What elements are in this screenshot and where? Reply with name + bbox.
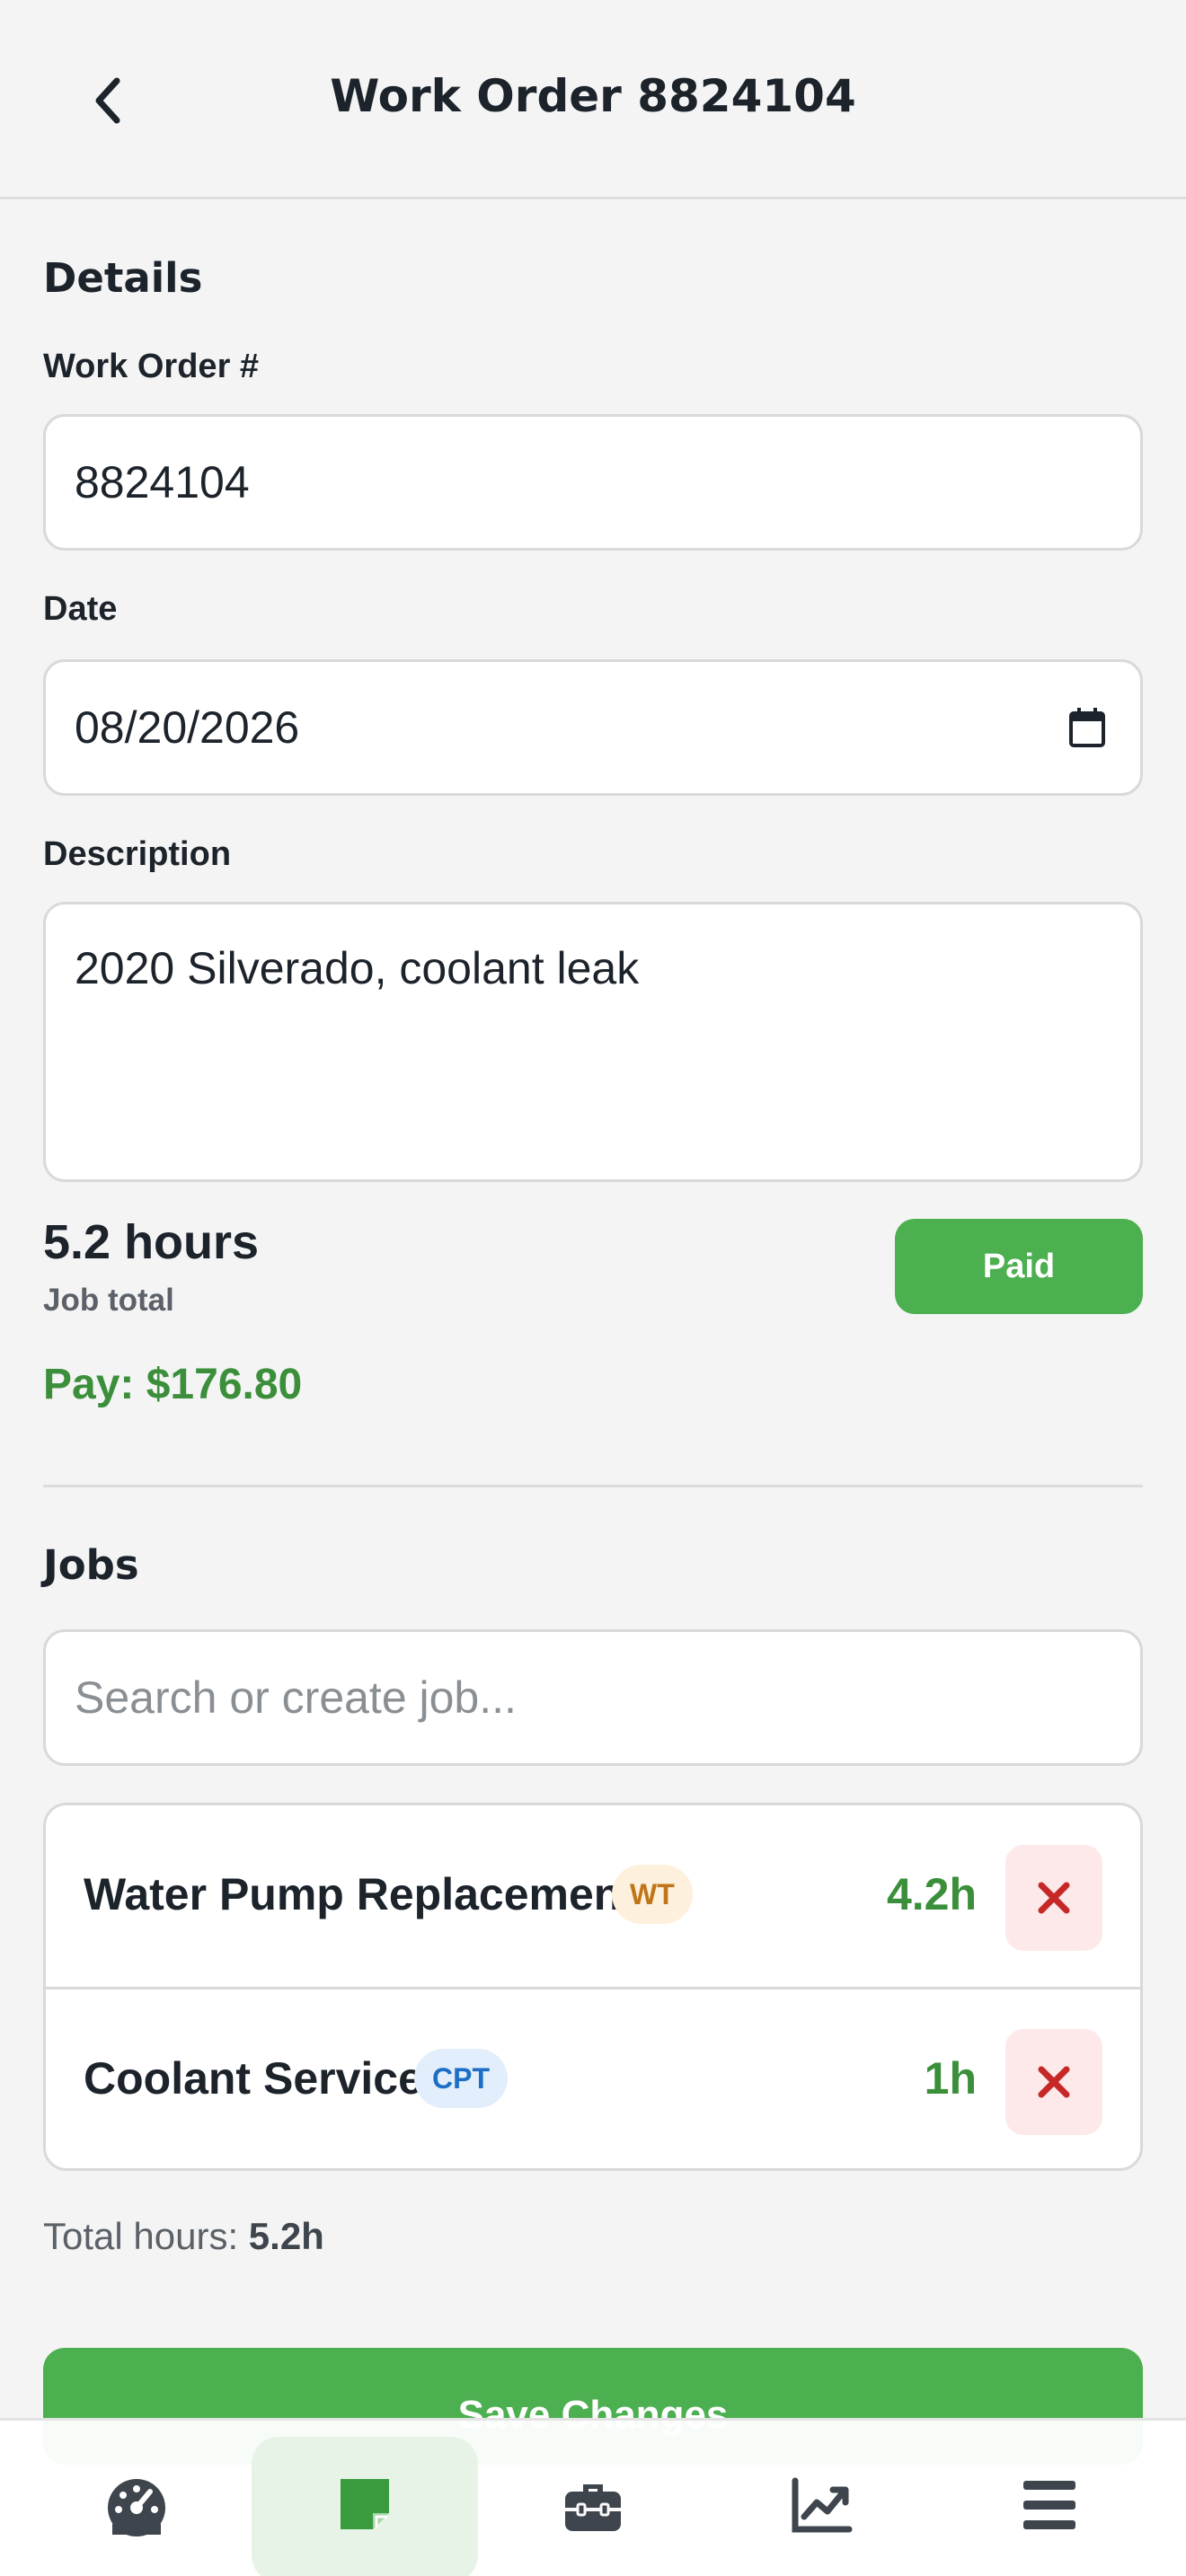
work-order-icon	[341, 2479, 389, 2529]
nav-dashboard[interactable]	[23, 2437, 250, 2576]
close-icon	[1038, 2066, 1070, 2098]
description-label: Description	[43, 835, 232, 873]
job-hours: 4.2h	[886, 1869, 977, 1919]
nav-menu[interactable]	[936, 2437, 1163, 2576]
remove-job-button[interactable]	[1005, 1845, 1102, 1951]
work-order-value: 8824104	[75, 457, 250, 507]
section-divider	[43, 1485, 1143, 1487]
dashboard-icon	[108, 2479, 165, 2536]
job-hours: 1h	[924, 2053, 977, 2104]
date-field[interactable]: 08/20/2026	[43, 659, 1143, 796]
menu-icon	[1023, 2481, 1075, 2529]
job-name: Water Pump Replacement	[84, 1869, 636, 1919]
total-hours-label: Total hours:	[43, 2215, 239, 2257]
job-type-badge: WT	[612, 1865, 693, 1924]
date-label: Date	[43, 590, 118, 628]
briefcase-icon	[565, 2484, 621, 2531]
nav-work-orders[interactable]	[252, 2437, 478, 2576]
description-field[interactable]: 2020 Silverado, coolant leak	[43, 902, 1143, 1182]
total-hours-value: 5.2 hours	[43, 1215, 260, 1269]
pay-amount: Pay: $176.80	[43, 1361, 303, 1408]
close-icon	[1038, 1882, 1070, 1914]
chart-line-icon	[792, 2477, 853, 2533]
jobs-list: Water Pump Replacement WT 4.2h Coolant S…	[43, 1803, 1143, 2171]
job-total-label: Job total	[43, 1283, 174, 1318]
nav-reports[interactable]	[708, 2437, 934, 2576]
nav-jobs[interactable]	[480, 2437, 706, 2576]
work-order-label: Work Order #	[43, 348, 260, 385]
total-hours-summary: Total hours: 5.2h	[43, 2215, 324, 2258]
job-search-input[interactable]: Search or create job...	[43, 1629, 1143, 1766]
jobs-section-title: Jobs	[43, 1541, 139, 1589]
page-title: Work Order 8824104	[330, 70, 856, 122]
work-order-field[interactable]: 8824104	[43, 414, 1143, 551]
list-item: Coolant Service CPT 1h	[46, 1987, 1140, 2168]
details-section-title: Details	[43, 254, 203, 302]
app-header: Work Order 8824104	[0, 0, 1186, 199]
job-name: Coolant Service	[84, 2053, 423, 2104]
total-hours-number: 5.2h	[248, 2215, 324, 2257]
calendar-icon[interactable]	[1068, 707, 1106, 748]
date-value: 08/20/2026	[75, 702, 300, 753]
bottom-nav	[0, 2418, 1186, 2576]
paid-button[interactable]: Paid	[895, 1219, 1143, 1314]
job-type-badge: CPT	[414, 2049, 508, 2108]
remove-job-button[interactable]	[1005, 2029, 1102, 2135]
job-search-placeholder: Search or create job...	[75, 1672, 517, 1723]
description-value: 2020 Silverado, coolant leak	[75, 943, 640, 993]
list-item: Water Pump Replacement WT 4.2h	[46, 1805, 1140, 1987]
